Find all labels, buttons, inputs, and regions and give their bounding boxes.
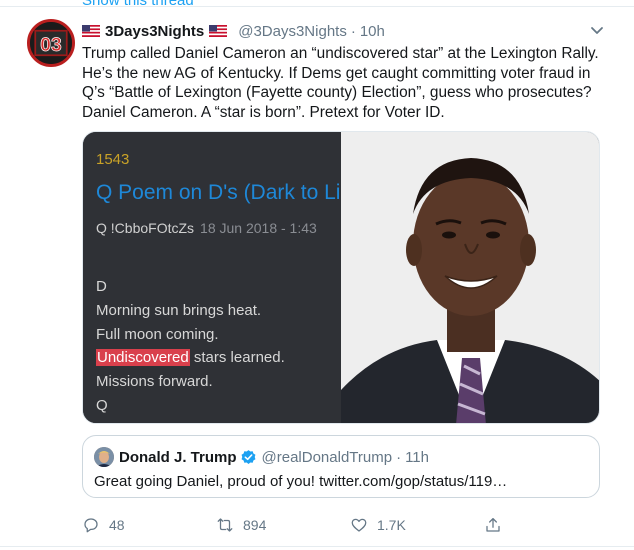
author-handle[interactable]: @3Days3Nights xyxy=(238,23,347,40)
us-flag-icon xyxy=(209,25,228,37)
q-post-title: Q Poem on D's (Dark to Li xyxy=(96,181,341,204)
thread-divider xyxy=(0,6,634,7)
q-post-screenshot[interactable]: 1543 Q Poem on D's (Dark to Li Q !CbboFO… xyxy=(83,132,341,423)
share-icon xyxy=(484,516,502,534)
tweet-text-line: Q’s “Battle of Lexington (Fayette county… xyxy=(82,84,592,102)
tweet-text: Trump called Daniel Cameron an “undiscov… xyxy=(82,44,612,122)
verified-badge-icon xyxy=(240,449,257,466)
quoted-author-avatar[interactable] xyxy=(94,447,114,467)
reply-icon xyxy=(82,516,100,534)
q-post-author: Q !CbboFOtcZs xyxy=(96,220,195,236)
q-post-meta: Q !CbboFOtcZs 18 Jun 2018 - 1:43 xyxy=(96,220,317,236)
like-count: 1.7K xyxy=(377,517,406,533)
tweet-timestamp[interactable]: 10h xyxy=(360,23,385,40)
tweet-text-line: He’s the new AG of Kentucky. If Dems get… xyxy=(82,64,591,82)
author-avatar[interactable]: 03 xyxy=(27,19,75,67)
quoted-author-name[interactable]: Donald J. Trump xyxy=(119,449,237,466)
like-icon xyxy=(350,516,368,534)
tweet-header: 3Days3Nights @3Days3Nights · 10h xyxy=(82,22,385,40)
caret-down-icon[interactable] xyxy=(589,22,605,38)
poem-line: D xyxy=(96,278,107,295)
tweet-text-line: Daniel Cameron. A “star is born”. Pretex… xyxy=(82,103,445,121)
tweet-text-line: Trump called Daniel Cameron an “undiscov… xyxy=(82,45,599,62)
poem-line: Missions forward. xyxy=(96,373,213,390)
quoted-timestamp[interactable]: 11h xyxy=(405,449,429,466)
portrait-photo[interactable] xyxy=(341,132,599,423)
reply-button[interactable]: 48 xyxy=(82,515,125,535)
q-post-number: 1543 xyxy=(96,151,130,168)
poem-signature: Q xyxy=(96,397,108,414)
tweet-bottom-divider xyxy=(0,546,634,547)
retweet-count: 894 xyxy=(243,517,267,533)
poem-line: Morning sun brings heat. xyxy=(96,302,262,319)
avatar-text: 03 xyxy=(40,35,62,56)
poem-line-rest: stars learned. xyxy=(189,349,285,366)
q-post-date: 18 Jun 2018 - 1:43 xyxy=(200,220,317,236)
tweet-media[interactable]: 1543 Q Poem on D's (Dark to Li Q !CbboFO… xyxy=(82,131,600,424)
reply-count: 48 xyxy=(109,517,125,533)
quoted-separator: · xyxy=(396,448,402,466)
highlighted-word: Undiscovered xyxy=(96,349,190,366)
share-button[interactable] xyxy=(484,515,511,535)
retweet-button[interactable]: 894 xyxy=(216,515,266,535)
tweet-actions: 48 894 1.7K xyxy=(82,515,522,535)
author-name[interactable]: 3Days3Nights xyxy=(105,23,204,40)
quoted-tweet[interactable]: Donald J. Trump @realDonaldTrump · 11h G… xyxy=(82,435,600,498)
show-thread-link[interactable]: Show this thread xyxy=(82,0,194,9)
quoted-text: Great going Daniel, proud of you! twitte… xyxy=(94,473,508,490)
header-separator: · xyxy=(350,22,356,40)
like-button[interactable]: 1.7K xyxy=(350,515,406,535)
retweet-icon xyxy=(216,516,234,534)
us-flag-icon xyxy=(82,25,100,37)
poem-line: Full moon coming. xyxy=(96,326,219,343)
poem-line: Undiscovered stars learned. xyxy=(96,349,285,366)
quoted-author-handle[interactable]: @realDonaldTrump xyxy=(262,449,393,466)
quoted-header: Donald J. Trump @realDonaldTrump · 11h xyxy=(119,447,429,467)
